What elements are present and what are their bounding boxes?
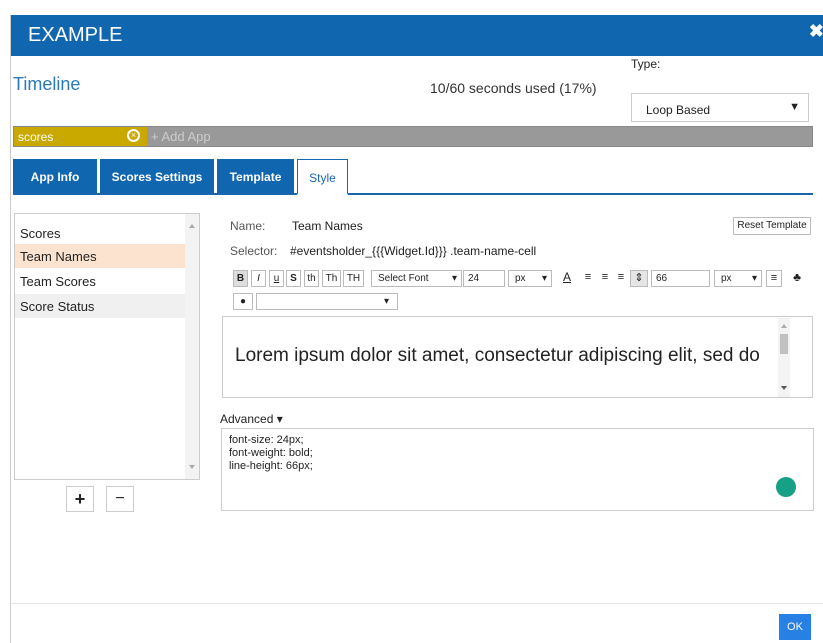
dialog-title: EXAMPLE (28, 24, 123, 46)
css-line: font-weight: bold; (229, 447, 313, 459)
ok-button[interactable]: OK (779, 614, 811, 640)
advanced-label: Advanced (220, 412, 274, 426)
scroll-arrows-icon (780, 324, 788, 390)
chevron-down-icon: ▼ (789, 101, 800, 113)
add-button[interactable]: + (66, 486, 94, 512)
css-editor[interactable]: font-size: 24px; font-weight: bold; line… (221, 428, 814, 511)
advanced-toggle[interactable]: Advanced ▾ (220, 412, 283, 426)
add-app-button[interactable]: + Add App (151, 129, 211, 144)
capitalize-button[interactable]: Th (322, 270, 341, 287)
font-unit-value: px (515, 273, 526, 284)
reset-template-button[interactable]: Reset Template (733, 217, 811, 235)
selector-value: #eventsholder_{{{Widget.Id}}} .team-name… (290, 244, 537, 258)
align-left-icon[interactable]: ≡ (581, 270, 595, 287)
app-bar: scores × + Add App (13, 126, 813, 147)
name-label: Name: (230, 219, 266, 233)
list-item[interactable]: Team Names (15, 244, 185, 268)
close-icon[interactable]: ✖ (809, 21, 823, 42)
name-value: Team Names (292, 219, 363, 233)
chevron-down-icon: ▾ (541, 273, 547, 284)
lowercase-button[interactable]: th (304, 270, 319, 287)
uppercase-button[interactable]: TH (343, 270, 364, 287)
list-item[interactable]: Scores (15, 221, 185, 245)
chevron-down-icon: ▾ (383, 296, 389, 307)
fill-color-icon[interactable]: ♣ (788, 270, 806, 287)
font-size-input[interactable]: 24 (463, 270, 505, 287)
font-unit-select[interactable]: px ▾ (508, 270, 552, 287)
dialog-header: EXAMPLE ✖ (11, 15, 823, 56)
remove-chip-icon[interactable]: × (127, 129, 140, 142)
preview-text: Lorem ipsum dolor sit amet, consectetur … (235, 345, 760, 366)
loading-icon (776, 477, 796, 497)
font-select[interactable]: Select Font ▾ (371, 270, 462, 287)
strikethrough-button[interactable]: S (286, 270, 301, 287)
app-chip-label: scores (18, 130, 54, 144)
type-select-value: Loop Based (646, 103, 711, 117)
chevron-down-icon: ▾ (451, 273, 457, 284)
text-color-icon[interactable]: A (558, 270, 576, 287)
visibility-select[interactable]: ▾ (256, 293, 398, 310)
type-select[interactable]: Loop Based ▼ (631, 93, 809, 122)
seconds-used: 10/60 seconds used (17%) (430, 80, 597, 96)
timeline-title: Timeline (13, 74, 81, 94)
chevron-down-icon: ▾ (751, 273, 757, 284)
type-label: Type: (631, 57, 661, 71)
tab-bar: App Info Scores Settings Template Style (13, 159, 813, 195)
line-unit-select[interactable]: px ▾ (714, 270, 762, 287)
line-height-icon[interactable]: ⇕ (630, 270, 648, 287)
align-right-icon[interactable]: ≡ (614, 270, 628, 287)
font-select-value: Select Font (378, 273, 429, 284)
scroll-arrows-icon (189, 224, 195, 469)
underline-button[interactable]: u (269, 270, 284, 287)
italic-button[interactable]: I (251, 270, 266, 287)
tab-scores-settings[interactable]: Scores Settings (100, 159, 214, 193)
line-unit-value: px (721, 273, 732, 284)
footer-divider (10, 603, 823, 604)
visibility-icon[interactable]: ● (233, 293, 253, 310)
preview-scrollbar[interactable] (778, 318, 790, 397)
line-height-input[interactable]: 66 (651, 270, 710, 287)
selector-label: Selector: (230, 244, 278, 258)
css-line: line-height: 66px; (229, 460, 313, 472)
app-chip-scores[interactable]: scores × (14, 127, 147, 146)
list-item[interactable]: Score Status (15, 294, 185, 318)
element-list: Scores Team Names Team Scores Score Stat… (14, 213, 200, 480)
align-center-icon[interactable]: ≡ (598, 270, 612, 287)
css-line: font-size: 24px; (229, 434, 304, 446)
tab-style[interactable]: Style (297, 159, 348, 195)
list-scrollbar[interactable] (185, 214, 199, 479)
wrap-icon[interactable]: ≡ (766, 270, 782, 287)
caret-down-icon: ▾ (276, 412, 283, 426)
tab-app-info[interactable]: App Info (13, 159, 97, 193)
tab-template[interactable]: Template (217, 159, 294, 193)
style-preview: Lorem ipsum dolor sit amet, consectetur … (222, 316, 813, 398)
list-item[interactable]: Team Scores (15, 269, 185, 293)
remove-button[interactable]: − (106, 486, 134, 512)
bold-button[interactable]: B (233, 270, 248, 287)
